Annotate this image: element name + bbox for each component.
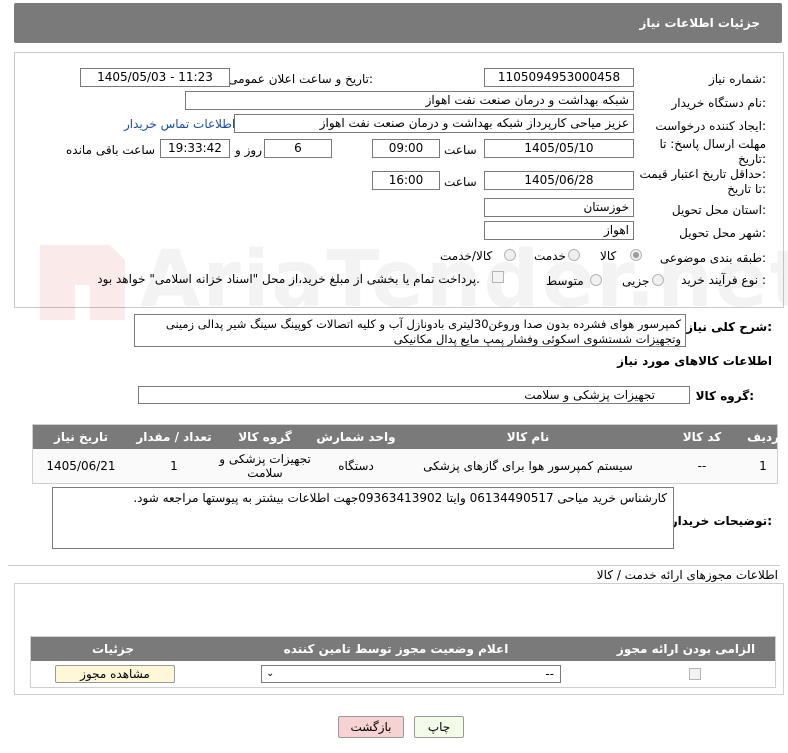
deadline-time-field: 09:00 [372, 139, 440, 158]
validity-date-field: 1405/06/28 [484, 171, 634, 190]
permit-required-checkbox [689, 668, 701, 680]
goods-group-label: گروه کالا: [695, 389, 754, 403]
table-row: ⌄ -- مشاهده مجوز [31, 661, 775, 687]
goods-col-code: کد کالا [682, 430, 722, 444]
goods-cell-name: سیستم کمپرسور هوا برای گازهای پزشکی [423, 459, 633, 473]
goods-cell-unit: دستگاه [338, 459, 374, 473]
process-label: نوع فرآیند خرید : [681, 273, 766, 287]
process-radio-medium[interactable] [590, 274, 602, 286]
category-radio-service[interactable] [568, 249, 580, 261]
category-option-goods-service: کالا/خدمت [440, 249, 493, 263]
goods-section-title: اطلاعات کالاهای مورد نیاز [617, 354, 772, 368]
validity-label: حداقل تاریخ اعتبار قیمت: [639, 167, 766, 181]
goods-col-unit: واحد شمارش [316, 430, 396, 444]
creator-label: ایجاد کننده درخواست: [655, 119, 766, 133]
deadline-time-label: ساعت [444, 143, 477, 157]
view-permit-button[interactable]: مشاهده مجوز [55, 665, 175, 683]
goods-cell-date: 1405/06/21 [46, 459, 116, 473]
process-radio-minor[interactable] [652, 274, 664, 286]
description-label: شرح کلی نیاز: [686, 320, 772, 334]
process-option-minor: جزیی [622, 274, 650, 288]
validity-time-label: ساعت [444, 175, 477, 189]
goods-table: ردیف کد کالا نام کالا واحد شمارش گروه کا… [32, 424, 779, 484]
description-textarea[interactable]: کمپرسور هوای فشرده بدون صدا وروغن30لیتری… [134, 314, 686, 347]
buyer-field: شبکه بهداشت و درمان صنعت نفت اهواز [185, 91, 634, 110]
permits-col-details: جزئیات [91, 642, 135, 656]
city-label: شهر محل تحویل: [679, 226, 766, 240]
goods-col-name: نام کالا [506, 430, 550, 444]
goods-col-qty: تعداد / مقدار [136, 430, 212, 444]
goods-cell-group: تجهیزات پزشکی و سلامت [219, 452, 311, 480]
category-option-goods: کالا [600, 249, 617, 263]
province-field: خوزستان [484, 198, 634, 217]
permits-col-status: اعلام وضعیت مجوز توسط تامین کننده [283, 642, 509, 656]
category-radio-goods[interactable] [630, 249, 642, 261]
remaining-time-label: ساعت باقی مانده [66, 143, 156, 157]
page-title: جزئیات اطلاعات نیاز [639, 16, 760, 30]
print-button[interactable]: چاپ [414, 716, 464, 738]
category-radio-goods-service[interactable] [504, 249, 516, 261]
process-option-medium: متوسط [546, 274, 584, 288]
payment-checkbox[interactable] [492, 271, 504, 283]
permit-status-value: -- [545, 667, 554, 681]
need-number-label: شماره نیاز: [708, 72, 766, 86]
need-number-field: 1105094953000458 [484, 68, 634, 87]
description-text: کمپرسور هوای فشرده بدون صدا وروغن30لیتری… [165, 317, 681, 346]
buyer-notes-textarea[interactable]: کارشناس خرید میاحی 06134490517 وایتا 093… [52, 487, 674, 549]
goods-cell-code: -- [697, 459, 707, 473]
goods-col-date: تاریخ نیاز [53, 430, 109, 444]
permits-table: الزامی بودن ارائه مجوز اعلام وضعیت مجوز … [30, 636, 776, 688]
province-label: استان محل تحویل: [671, 203, 766, 217]
goods-col-row: ردیف [747, 430, 779, 444]
permits-col-required: الزامی بودن ارائه مجوز [616, 642, 756, 656]
goods-cell-row: 1 [759, 459, 767, 473]
creator-field: عزیز میاحی کارپرداز شبکه بهداشت و درمان … [234, 114, 634, 133]
validity-label-date: تا تاریخ: [727, 182, 766, 196]
buyer-notes-text: کارشناس خرید میاحی 06134490517 وایتا 093… [133, 491, 667, 505]
goods-col-group: گروه کالا [238, 430, 292, 444]
deadline-date-field: 1405/05/10 [484, 139, 634, 158]
remaining-time-field: 19:33:42 [160, 139, 230, 158]
announce-field: 1405/05/03 - 11:23 [80, 68, 230, 87]
table-row: 1 -- سیستم کمپرسور هوا برای گازهای پزشکی… [33, 449, 777, 483]
announce-label: تاریخ و ساعت اعلان عمومی: [228, 72, 373, 86]
permits-table-header: الزامی بودن ارائه مجوز اعلام وضعیت مجوز … [31, 637, 775, 661]
buyer-label: نام دستگاه خریدار: [671, 96, 767, 110]
back-button[interactable]: بازگشت [338, 716, 404, 738]
buyer-notes-label: توضیحات خریدار: [670, 514, 772, 528]
section-divider [8, 565, 780, 566]
days-remaining-field: 6 [264, 139, 332, 158]
days-label: روز و [235, 143, 262, 157]
category-label: طبقه بندی موضوعی: [659, 251, 766, 265]
city-field: اهواز [484, 221, 634, 240]
deadline-label-date: تاریخ: [738, 152, 766, 166]
goods-cell-qty: 1 [170, 459, 178, 473]
goods-table-header: ردیف کد کالا نام کالا واحد شمارش گروه کا… [33, 425, 779, 449]
contact-buyer-link[interactable]: اطلاعات تماس خریدار [124, 117, 235, 131]
deadline-label: مهلت ارسال پاسخ: تا [659, 137, 766, 151]
permits-section-title: اطلاعات مجوزهای ارائه خدمت / کالا [596, 568, 778, 582]
chevron-down-icon: ⌄ [266, 668, 275, 679]
category-option-service: خدمت [534, 249, 566, 263]
payment-note: پرداخت تمام یا بخشی از مبلغ خرید،از محل … [97, 272, 480, 286]
goods-group-field: تجهیزات پزشکی و سلامت [138, 386, 690, 404]
permit-status-select[interactable]: ⌄ -- [261, 665, 561, 683]
page-header: جزئیات اطلاعات نیاز [14, 3, 782, 43]
validity-time-field: 16:00 [372, 171, 440, 190]
